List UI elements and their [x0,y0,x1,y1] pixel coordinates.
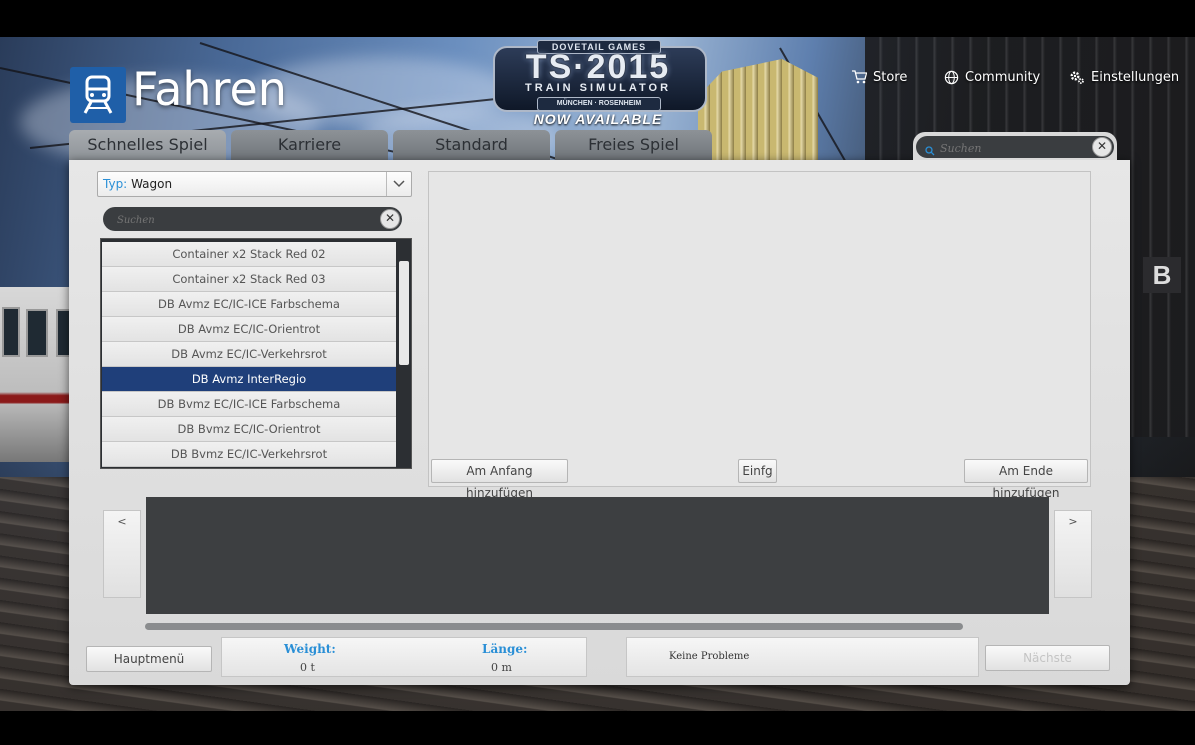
weight-value: 0 t [300,661,315,674]
length-label: Länge: [482,642,528,656]
list-item[interactable]: Container x2 Stack Red 03 [102,267,396,292]
add-to-end-button[interactable]: Am Ende hinzufügen [964,459,1088,500]
insert-button[interactable]: Einfg [738,459,777,483]
top-search-input[interactable] [938,138,1082,158]
top-search: ✕ [913,132,1117,160]
weight-label: Weight: [284,642,336,656]
tab-freies-spiel[interactable]: Freies Spiel [555,130,712,161]
logo-tagline: NOW AVAILABLE [533,111,663,127]
next-button[interactable]: Nächste [985,645,1110,671]
chevron-down-icon [386,172,411,196]
page-title: Fahren [132,62,287,116]
settings-link[interactable]: Einstellungen [1069,68,1179,86]
consist-prev-button[interactable]: < [103,510,141,598]
wagon-list: Container x2 Stack Red 02 Container x2 S… [100,238,412,469]
wagon-preview [428,171,1091,487]
list-search-input[interactable] [115,210,359,230]
top-search-clear-button[interactable]: ✕ [1092,137,1112,157]
gears-icon [1069,69,1085,85]
cart-icon [851,70,867,84]
status-message: Keine Probleme [626,637,979,677]
settings-label: Einstellungen [1091,69,1180,85]
type-select-label: Typ: [103,177,128,191]
tab-standard[interactable]: Standard [393,130,550,161]
list-item[interactable]: DB Avmz EC/IC-Orientrot [102,317,396,342]
top-search-field: ✕ [916,136,1114,158]
list-item[interactable]: DB Avmz EC/IC-ICE Farbschema [102,292,396,317]
list-scrollbar-thumb[interactable] [399,261,409,365]
list-search-clear-button[interactable]: ✕ [380,209,400,229]
ts2015-logo[interactable]: DOVETAIL GAMES TS·2015 TRAIN SIMULATOR M… [489,40,707,128]
list-item-selected[interactable]: DB Avmz InterRegio [102,367,396,392]
tab-karriere[interactable]: Karriere [231,130,388,161]
list-search: ✕ [103,207,402,231]
length-value: 0 m [491,661,512,674]
add-to-start-button[interactable]: Am Anfang hinzufügen [431,459,568,500]
community-link[interactable]: Community [944,68,1040,86]
logo-subtitle: TRAIN SIMULATOR [524,82,672,94]
list-item[interactable]: DB Avmz EC/IC-Verkehrsrot [102,342,396,367]
consist-scrollbar[interactable] [145,623,963,630]
consist-next-button[interactable]: > [1054,510,1092,598]
store-link[interactable]: Store [851,68,907,86]
type-select-value: Wagon [131,177,173,191]
tab-schnelles-spiel[interactable]: Schnelles Spiel [69,130,226,161]
list-item[interactable]: DB Bvmz EC/IC-Orientrot [102,417,396,442]
list-item[interactable]: Container x2 Stack Red 02 [102,242,396,267]
consist-stats: Weight: 0 t Länge: 0 m [221,637,587,677]
list-item[interactable]: DB Bvmz EC/IC-Verkehrsrot [102,442,396,467]
main-menu-button[interactable]: Hauptmenü [86,646,212,672]
wagon-list-rows: Container x2 Stack Red 02 Container x2 S… [102,242,396,467]
consist-strip[interactable] [146,497,1049,614]
logo-route: MÜNCHEN · ROSENHEIM [537,97,661,111]
store-label: Store [873,69,908,85]
globe-icon [944,70,959,85]
train-mode-icon [70,67,126,123]
list-item[interactable]: DB Bvmz EC/IC-ICE Farbschema [102,392,396,417]
search-icon [925,141,935,160]
type-select[interactable]: Typ: Wagon [97,171,412,197]
community-label: Community [965,69,1041,85]
